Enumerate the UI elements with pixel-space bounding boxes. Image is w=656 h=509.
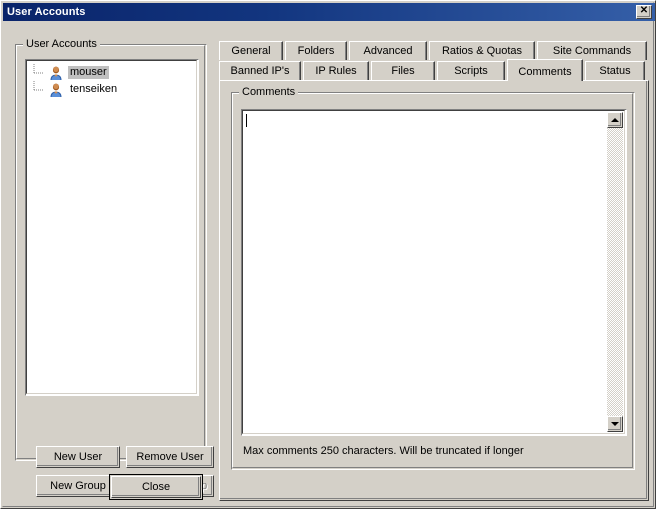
close-button-default-frame: Close xyxy=(109,474,203,500)
new-user-button[interactable]: New User xyxy=(36,446,120,468)
user-accounts-group-label: User Accounts xyxy=(23,39,100,50)
user-list-inner: mouser tenseiken xyxy=(26,60,197,394)
tab-ip-rules[interactable]: IP Rules xyxy=(303,61,369,80)
list-item[interactable]: tenseiken xyxy=(27,81,196,98)
tab-row-top: General Folders Advanced Ratios & Quotas… xyxy=(219,41,649,61)
new-group-button-label: New Group xyxy=(50,480,106,492)
list-item-label: tenseiken xyxy=(70,83,118,95)
tree-line-icon xyxy=(33,81,48,98)
tab-ratios-quotas-label: Ratios & Quotas xyxy=(441,45,523,57)
user-icon xyxy=(48,82,64,98)
remove-user-button[interactable]: Remove User xyxy=(126,446,214,468)
new-group-button[interactable]: New Group xyxy=(36,475,120,497)
tab-banned-ips-label: Banned IP's xyxy=(230,65,290,77)
tab-scripts-label: Scripts xyxy=(454,65,488,77)
scroll-up-button[interactable] xyxy=(607,112,623,128)
tab-comments-label: Comments xyxy=(518,65,572,78)
tab-status[interactable]: Status xyxy=(585,61,645,80)
arrow-down-icon xyxy=(611,422,619,426)
tab-row-bottom: Banned IP's IP Rules Files Scripts Comme… xyxy=(219,59,649,81)
comments-textarea-inner xyxy=(242,110,625,434)
comments-vertical-scrollbar[interactable] xyxy=(607,112,623,432)
user-accounts-dialog: User Accounts ✕ User Accounts mouser ten… xyxy=(0,0,656,509)
tab-files-label: Files xyxy=(391,65,415,77)
user-avatar-svg xyxy=(50,66,62,80)
scroll-down-button[interactable] xyxy=(607,416,623,432)
tab-folders-label: Folders xyxy=(297,45,335,57)
text-caret xyxy=(246,114,247,127)
tab-status-label: Status xyxy=(599,65,631,77)
window-title: User Accounts xyxy=(7,6,86,18)
tab-scripts[interactable]: Scripts xyxy=(437,61,505,80)
close-icon: ✕ xyxy=(639,5,649,16)
comments-hint-text: Max comments 250 characters. Will be tru… xyxy=(243,445,524,457)
tab-files[interactable]: Files xyxy=(371,61,435,80)
tab-folders[interactable]: Folders xyxy=(285,41,347,60)
comments-textarea[interactable] xyxy=(241,109,627,436)
tab-comments[interactable]: Comments xyxy=(507,59,583,81)
user-icon xyxy=(48,65,64,81)
comments-textarea-value xyxy=(245,113,606,431)
tab-banned-ips[interactable]: Banned IP's xyxy=(219,61,301,80)
new-user-button-label: New User xyxy=(53,451,103,463)
tab-general[interactable]: General xyxy=(219,41,283,60)
list-item[interactable]: mouser xyxy=(27,64,196,81)
window-close-button[interactable]: ✕ xyxy=(636,5,652,19)
tab-advanced[interactable]: Advanced xyxy=(349,41,427,60)
remove-user-button-label: Remove User xyxy=(136,451,204,463)
tab-control: General Folders Advanced Ratios & Quotas… xyxy=(219,41,649,501)
arrow-up-icon xyxy=(611,118,619,122)
user-avatar-svg xyxy=(50,83,62,97)
tab-ip-rules-label: IP Rules xyxy=(315,65,357,77)
tab-ratios-quotas[interactable]: Ratios & Quotas xyxy=(429,41,535,60)
comments-groupbox: Comments Max comments 250 characters. Wi… xyxy=(231,87,635,470)
tab-general-label: General xyxy=(231,45,271,57)
title-bar: User Accounts ✕ xyxy=(3,3,655,21)
close-button[interactable]: Close xyxy=(111,476,201,498)
tab-site-commands-label: Site Commands xyxy=(552,45,632,57)
tab-site-commands[interactable]: Site Commands xyxy=(537,41,647,60)
user-accounts-groupbox: User Accounts mouser tenseiken New User … xyxy=(15,39,214,497)
tree-branch-svg xyxy=(33,81,43,91)
tree-branch-svg xyxy=(33,64,43,74)
tab-content-panel: Comments Max comments 250 characters. Wi… xyxy=(219,80,649,501)
list-item-label: mouser xyxy=(68,66,109,79)
tree-line-icon xyxy=(33,64,48,81)
tab-advanced-label: Advanced xyxy=(363,45,413,57)
user-list[interactable]: mouser tenseiken xyxy=(25,59,199,396)
close-button-label: Close xyxy=(141,481,171,493)
comments-group-label: Comments xyxy=(239,87,299,98)
